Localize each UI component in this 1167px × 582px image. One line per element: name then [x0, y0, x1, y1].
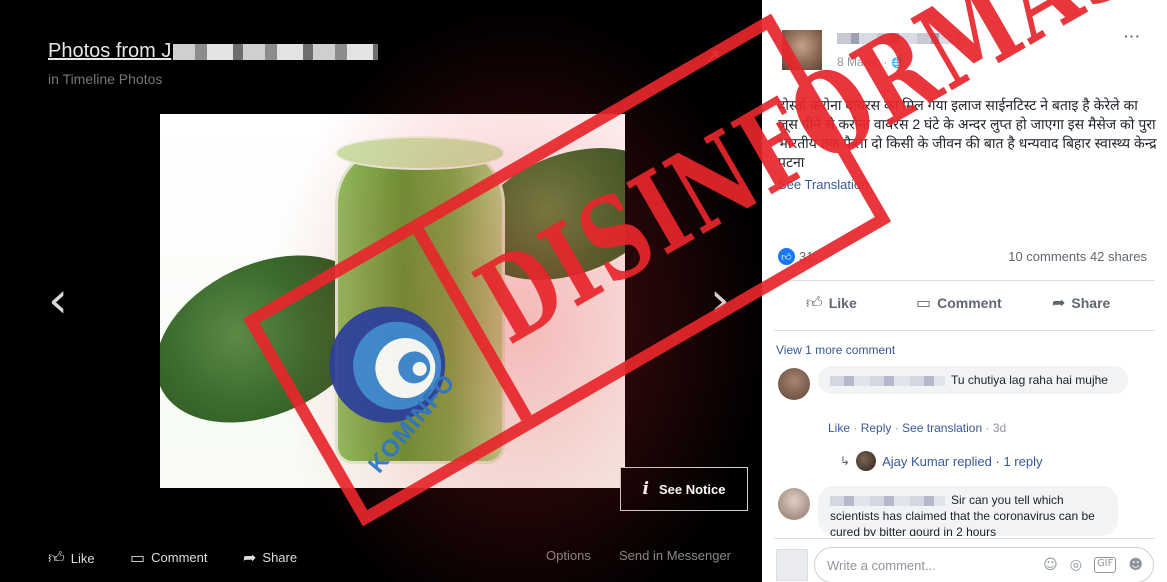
replies-link[interactable]: ↳ Ajay Kumar replied · 1 reply	[840, 451, 1042, 471]
comment-bubble: Tu chutiya lag raha hai mujhe	[818, 366, 1128, 394]
options-label: Options	[546, 548, 591, 563]
photo-like-label: Like	[70, 550, 95, 566]
camera-icon[interactable]: ◎	[1070, 557, 1082, 573]
reaction-count[interactable]: 👍︎ 31	[778, 248, 813, 265]
separator: ·	[985, 421, 990, 435]
comment-icon: ▭	[130, 548, 146, 567]
juice-glass-image	[335, 144, 505, 464]
blurred-poster-name[interactable]	[837, 33, 962, 44]
comment-like-link[interactable]: Like	[828, 421, 850, 435]
post-like-label: Like	[828, 295, 857, 311]
comment-icon: ▭	[916, 293, 932, 312]
photo-viewer: Photos from J in Timeline Photos ↗ ‹ › i…	[0, 0, 762, 582]
post-comment-label: Comment	[937, 294, 1002, 311]
post-like-button[interactable]: 👍︎ Like	[806, 293, 857, 313]
globe-icon: 🌐	[891, 58, 904, 69]
see-notice-label: See Notice	[658, 481, 726, 497]
photo-share-label: Share	[262, 550, 298, 565]
poster-avatar[interactable]	[782, 30, 822, 70]
emoji-icon[interactable]: ☺	[1043, 557, 1058, 573]
next-photo-arrow[interactable]: ›	[710, 275, 730, 325]
send-in-messenger-button[interactable]: Send in Messenger	[619, 548, 731, 563]
commenter-avatar[interactable]	[778, 368, 810, 400]
photo-like-button[interactable]: 👍︎ Like	[48, 548, 95, 568]
more-options-icon[interactable]: ···	[1124, 28, 1141, 44]
post-timestamp[interactable]: 8 March · 🌐	[837, 55, 903, 69]
post-share-label: Share	[1071, 294, 1111, 311]
post-see-translation-link[interactable]: See Translation	[778, 177, 868, 192]
replies-summary: Ajay Kumar replied · 1 reply	[882, 453, 1043, 469]
post-photo	[160, 114, 625, 488]
post-sidebar: 8 March · 🌐 ··· दोस्तों करोना वायरस का म…	[762, 0, 1167, 582]
thumbs-up-icon: 👍︎	[806, 293, 823, 312]
thumbs-up-icon: 👍︎	[48, 548, 65, 567]
comment-input-tools: ☺ ◎ GIF ☻	[1043, 557, 1143, 573]
juice-glass-rim	[335, 136, 505, 170]
post-comment-button[interactable]: ▭ Comment	[916, 293, 1002, 312]
blurred-commenter-name[interactable]	[830, 495, 945, 506]
comment-see-translation-link[interactable]: See translation	[902, 421, 982, 435]
comment-text: Tu chutiya lag raha hai mujhe	[951, 373, 1108, 387]
comment-actions: Like · Reply · See translation · 3d	[828, 421, 1006, 435]
post-text: दोस्तों करोना वायरस का मिल गया इलाज साईन…	[778, 97, 1157, 170]
like-count-text: 31	[799, 249, 814, 264]
reply-arrow-icon: ↳	[840, 454, 851, 468]
divider	[774, 280, 1155, 281]
engagement-counts: 10 comments 42 shares	[1008, 249, 1147, 264]
post-share-button[interactable]: ➦ Share	[1052, 293, 1110, 312]
like-reaction-icon: 👍︎	[778, 248, 795, 265]
separator: ·	[853, 421, 858, 435]
post-date-text: 8 March ·	[837, 55, 892, 69]
comment-input[interactable]: Write a comment... ☺ ◎ GIF ☻	[814, 547, 1154, 582]
expand-icon[interactable]: ↗	[704, 44, 721, 69]
info-icon: i	[642, 479, 649, 499]
sticker-icon[interactable]: ☻	[1128, 557, 1143, 573]
comment-input-placeholder: Write a comment...	[827, 558, 936, 573]
album-subtitle[interactable]: in Timeline Photos	[48, 71, 162, 87]
photo-share-button[interactable]: ➦ Share	[243, 548, 297, 567]
blurred-commenter-name[interactable]	[830, 375, 945, 386]
photo-comment-label: Comment	[151, 550, 208, 565]
divider	[774, 538, 1155, 539]
shares-count-link[interactable]: 42 shares	[1090, 249, 1147, 264]
previous-photo-arrow[interactable]: ‹	[48, 275, 68, 325]
photo-comment-button[interactable]: ▭ Comment	[130, 548, 207, 567]
album-title[interactable]: Photos from J	[48, 40, 379, 63]
share-icon: ➦	[1052, 293, 1066, 312]
gif-icon[interactable]: GIF	[1093, 557, 1117, 573]
view-more-comments-link[interactable]: View 1 more comment	[776, 343, 895, 357]
comment-time[interactable]: 3d	[993, 421, 1006, 435]
commenter-avatar[interactable]	[778, 488, 810, 520]
comment-reply-link[interactable]: Reply	[861, 421, 892, 435]
current-user-avatar	[776, 549, 808, 581]
options-button[interactable]: Options	[546, 548, 591, 563]
separator: ·	[894, 421, 899, 435]
comment-bubble: Sir can you tell which scientists has cl…	[818, 486, 1118, 536]
photo-action-bar: 👍︎ Like ▭ Comment ➦ Share Options Send i…	[0, 540, 762, 572]
divider	[774, 330, 1155, 331]
album-title-text[interactable]: Photos from J	[48, 40, 171, 62]
see-notice-button[interactable]: i See Notice	[620, 467, 748, 511]
blurred-owner-name	[173, 43, 379, 60]
send-in-messenger-label: Send in Messenger	[619, 548, 732, 563]
comments-count-link[interactable]: 10 comments	[1008, 249, 1086, 264]
replier-avatar	[856, 451, 877, 471]
share-icon: ➦	[243, 548, 257, 567]
